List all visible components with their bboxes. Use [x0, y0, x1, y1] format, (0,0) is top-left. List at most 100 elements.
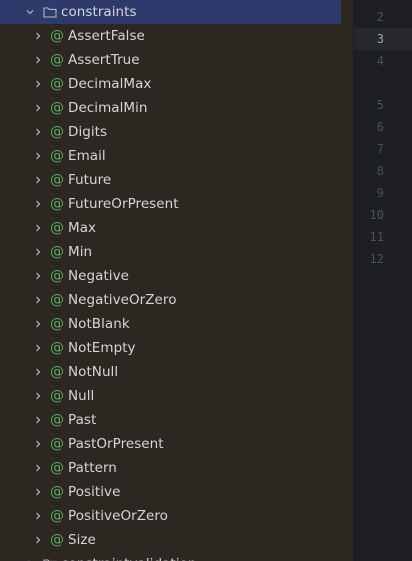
line-number: 3	[376, 32, 384, 46]
ide-window: constraints @ AssertFalse @ AssertTrue @ Deci…	[0, 0, 412, 561]
annotation-icon: @	[49, 172, 65, 188]
chevron-right-icon[interactable]	[23, 552, 37, 561]
chevron-right-icon[interactable]	[31, 408, 45, 432]
chevron-right-icon[interactable]	[31, 144, 45, 168]
tree-item[interactable]: @ Future	[0, 168, 353, 192]
chevron-right-icon[interactable]	[31, 120, 45, 144]
tree-item-label: NotEmpty	[68, 340, 136, 356]
line-number: 11	[369, 230, 384, 244]
tree-item-label: Future	[68, 172, 112, 188]
tree-item[interactable]: @ AssertFalse	[0, 24, 353, 48]
tree-item-label: Email	[68, 148, 106, 164]
tree-item-label: Max	[68, 220, 97, 236]
tree-item-label: AssertFalse	[68, 28, 145, 44]
chevron-right-icon[interactable]	[31, 384, 45, 408]
tree-item[interactable]: @ PastOrPresent	[0, 432, 353, 456]
annotation-icon: @	[49, 412, 65, 428]
tree-item[interactable]: @ Min	[0, 240, 353, 264]
project-tree[interactable]: constraints @ AssertFalse @ AssertTrue @ Deci…	[0, 0, 353, 561]
line-number: 7	[376, 142, 384, 156]
tree-item[interactable]: @ Positive	[0, 480, 353, 504]
tree-item[interactable]: @ Past	[0, 408, 353, 432]
tree-item[interactable]: @ AssertTrue	[0, 48, 353, 72]
chevron-right-icon[interactable]	[31, 48, 45, 72]
annotation-icon: @	[49, 76, 65, 92]
chevron-right-icon[interactable]	[31, 432, 45, 456]
tree-item-label: Past	[68, 412, 97, 428]
chevron-right-icon[interactable]	[31, 168, 45, 192]
annotation-icon: @	[49, 28, 65, 44]
annotation-icon: @	[49, 388, 65, 404]
tree-item[interactable]: @ NegativeOrZero	[0, 288, 353, 312]
line-number: 9	[376, 186, 384, 200]
tree-item-label: Digits	[68, 124, 108, 140]
tree-item-label: NotNull	[68, 364, 119, 380]
line-number: 6	[376, 120, 384, 134]
annotation-icon: @	[49, 124, 65, 140]
chevron-right-icon[interactable]	[31, 456, 45, 480]
editor-gutter: 2 3 4 5 6 7 8 9 10 11 12	[354, 0, 412, 561]
tree-item[interactable]: @ NotEmpty	[0, 336, 353, 360]
annotation-icon: @	[49, 148, 65, 164]
tree-item-label: Negative	[68, 268, 129, 284]
chevron-right-icon[interactable]	[31, 24, 45, 48]
annotation-icon: @	[49, 52, 65, 68]
tree-item[interactable]: @ DecimalMin	[0, 96, 353, 120]
tree-item[interactable]: @ NotNull	[0, 360, 353, 384]
tree-item[interactable]: @ Digits	[0, 120, 353, 144]
chevron-right-icon[interactable]	[31, 288, 45, 312]
chevron-right-icon[interactable]	[31, 192, 45, 216]
folder-icon	[43, 0, 57, 24]
tree-item-label: Size	[68, 532, 96, 548]
tree-item[interactable]: @ DecimalMax	[0, 72, 353, 96]
tree-folder-constraints[interactable]: constraints	[0, 0, 341, 24]
annotation-icon: @	[49, 100, 65, 116]
chevron-down-icon[interactable]	[23, 0, 37, 24]
tree-item-label: NegativeOrZero	[68, 292, 177, 308]
chevron-right-icon[interactable]	[31, 336, 45, 360]
chevron-right-icon[interactable]	[31, 504, 45, 528]
tree-item-label: NotBlank	[68, 316, 130, 332]
annotation-icon: @	[49, 436, 65, 452]
tree-item[interactable]: @ Email	[0, 144, 353, 168]
line-number: 4	[376, 54, 384, 68]
chevron-right-icon[interactable]	[31, 312, 45, 336]
tree-item-label: DecimalMin	[68, 100, 148, 116]
chevron-right-icon[interactable]	[31, 72, 45, 96]
tree-item[interactable]: @ Null	[0, 384, 353, 408]
chevron-right-icon[interactable]	[31, 240, 45, 264]
tree-item-label: AssertTrue	[68, 52, 140, 68]
annotation-icon: @	[49, 268, 65, 284]
chevron-right-icon[interactable]	[31, 264, 45, 288]
tree-item-label: Min	[68, 244, 93, 260]
partial-folder-label: constraintvalidation	[61, 556, 196, 561]
annotation-icon: @	[49, 196, 65, 212]
chevron-right-icon[interactable]	[31, 360, 45, 384]
tree-item[interactable]: @ PositiveOrZero	[0, 504, 353, 528]
chevron-right-icon[interactable]	[31, 528, 45, 552]
line-number: 2	[376, 10, 384, 24]
tree-item[interactable]: @ Size	[0, 528, 353, 552]
folder-label: constraints	[61, 4, 137, 20]
tree-item-label: PastOrPresent	[68, 436, 164, 452]
line-number: 8	[376, 164, 384, 178]
annotation-icon: @	[49, 508, 65, 524]
tree-item[interactable]: @ Negative	[0, 264, 353, 288]
tree-item[interactable]: @ NotBlank	[0, 312, 353, 336]
tree-item-label: Positive	[68, 484, 121, 500]
chevron-right-icon[interactable]	[31, 96, 45, 120]
annotation-icon: @	[49, 460, 65, 476]
tree-item-label: PositiveOrZero	[68, 508, 168, 524]
tree-item[interactable]: @ FutureOrPresent	[0, 192, 353, 216]
annotation-icon: @	[49, 340, 65, 356]
tree-folder-partial[interactable]: constraintvalidation	[0, 552, 353, 561]
tree-item-label: FutureOrPresent	[68, 196, 179, 212]
tree-item[interactable]: @ Max	[0, 216, 353, 240]
tree-item-label: DecimalMax	[68, 76, 152, 92]
line-number: 10	[369, 208, 384, 222]
tree-item-label: Null	[68, 388, 95, 404]
tree-item-label: Pattern	[68, 460, 117, 476]
chevron-right-icon[interactable]	[31, 216, 45, 240]
tree-item[interactable]: @ Pattern	[0, 456, 353, 480]
chevron-right-icon[interactable]	[31, 480, 45, 504]
